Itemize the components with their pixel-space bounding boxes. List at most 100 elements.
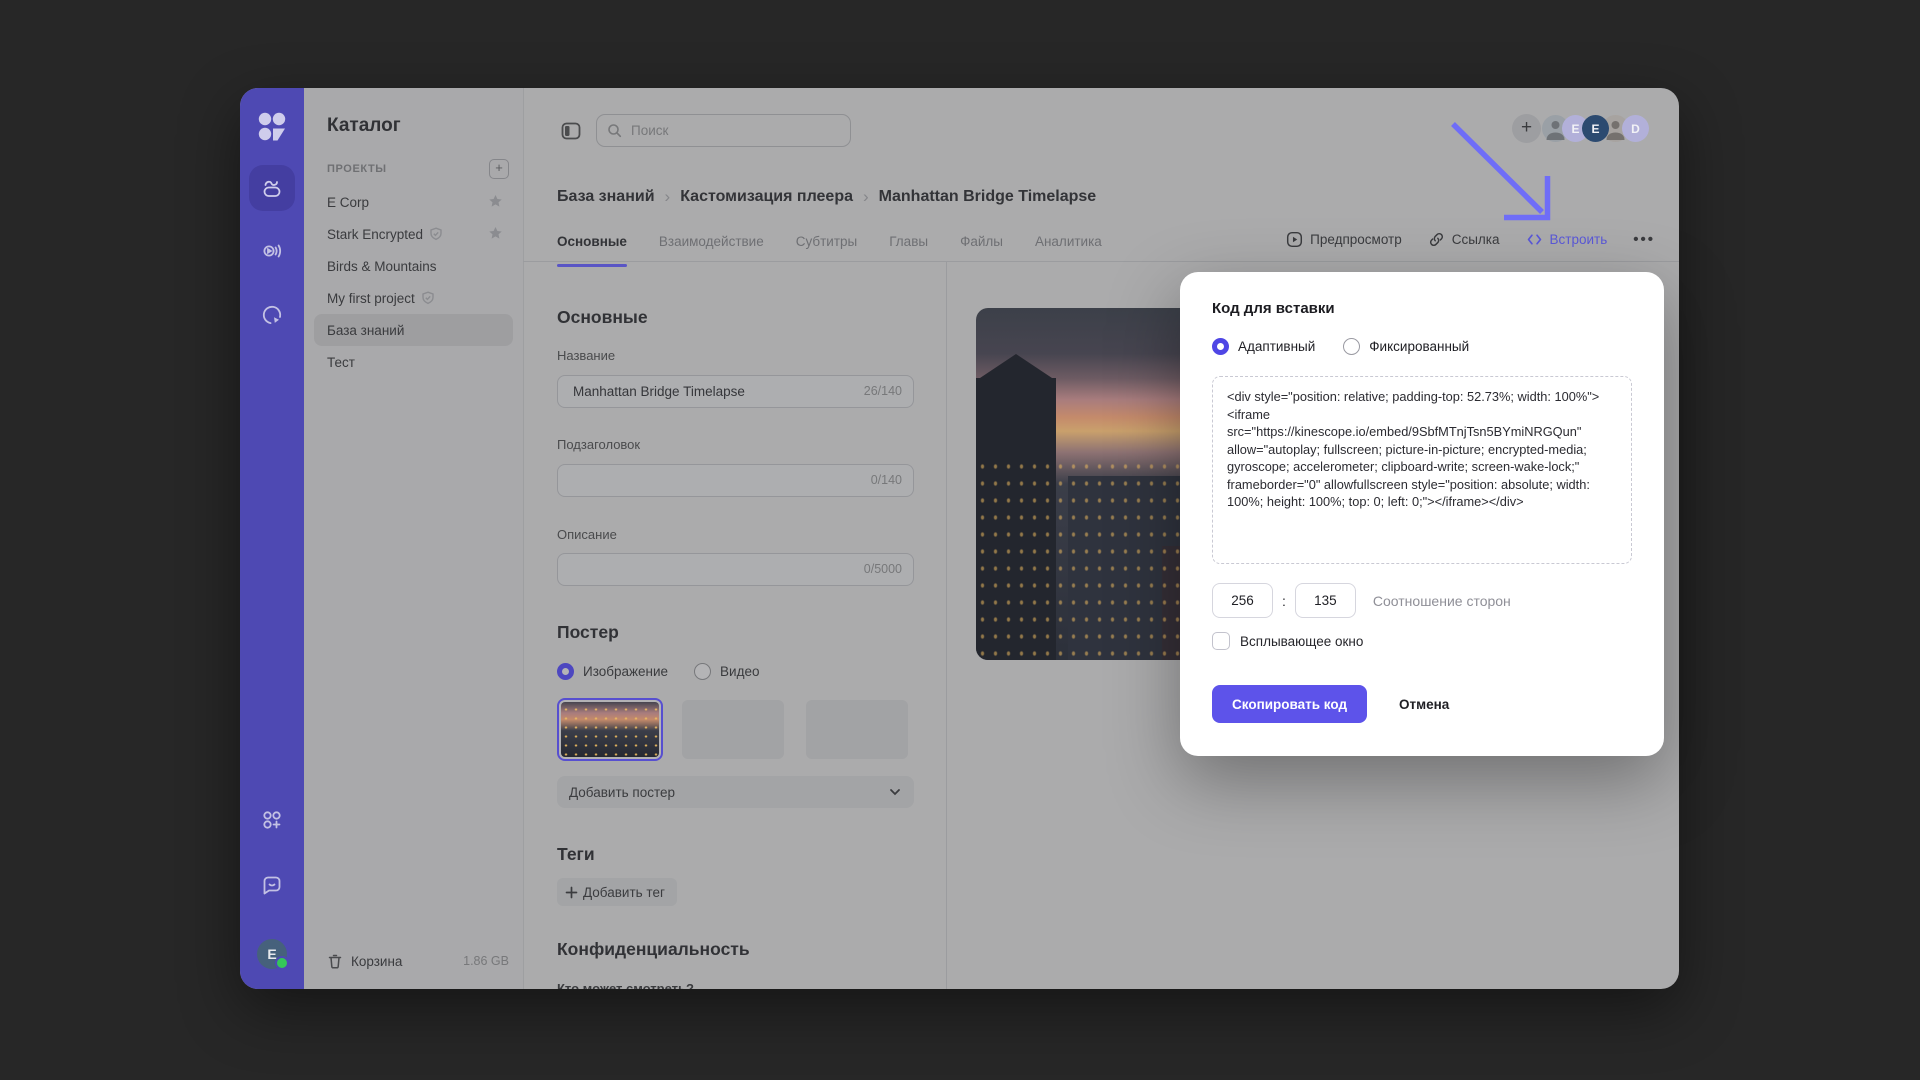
catalog-icon <box>260 176 284 200</box>
kinescope-logo-icon[interactable] <box>254 109 290 145</box>
description-label: Описание <box>557 527 617 542</box>
subtitle-label: Подзаголовок <box>557 437 640 452</box>
add-tag-button[interactable]: Добавить тег <box>557 878 677 906</box>
popup-option[interactable]: Всплывающее окно <box>1212 632 1363 650</box>
fixed-label: Фиксированный <box>1369 339 1469 354</box>
project-list: E Corp Stark Encrypted Birds & Mountain <box>314 186 513 378</box>
tab-interaction[interactable]: Взаимодействие <box>659 234 764 267</box>
more-button[interactable]: ••• <box>1633 231 1655 248</box>
privacy-question: Кто может смотреть? <box>557 981 694 989</box>
search-box[interactable] <box>596 114 851 147</box>
star-icon[interactable] <box>488 226 503 241</box>
member-avatar-letter-active[interactable]: E <box>1582 115 1609 142</box>
rail-item-catalog[interactable] <box>249 165 295 211</box>
tab-analytics[interactable]: Аналитика <box>1035 234 1102 267</box>
preview-art <box>977 354 1055 380</box>
poster-thumbnail-selected[interactable] <box>557 698 663 761</box>
online-status-dot <box>275 956 289 970</box>
tab-files[interactable]: Файлы <box>960 234 1003 267</box>
link-icon <box>1428 231 1445 248</box>
ratio-width-input[interactable] <box>1212 583 1273 618</box>
star-icon[interactable] <box>488 194 503 209</box>
poster-thumbnail-empty[interactable] <box>682 700 784 759</box>
poster-image-radio[interactable]: Изображение <box>557 663 668 680</box>
link-button[interactable]: Ссылка <box>1428 231 1500 248</box>
poster-video-radio[interactable]: Видео <box>694 663 759 680</box>
ratio-height-input[interactable] <box>1295 583 1356 618</box>
preview-label: Предпросмотр <box>1310 232 1402 247</box>
user-avatar[interactable]: E <box>257 939 287 969</box>
search-input[interactable] <box>629 122 813 139</box>
sidebar-item-test[interactable]: Тест <box>314 346 513 378</box>
rail-item-streams[interactable] <box>249 228 295 274</box>
breadcrumb-project[interactable]: База знаний <box>557 188 655 206</box>
sidebar-item-my-first-project[interactable]: My first project <box>314 282 513 314</box>
add-poster-label: Добавить постер <box>569 785 675 800</box>
embed-mode-radios: Адаптивный Фиксированный <box>1212 338 1469 355</box>
add-project-button[interactable]: + <box>489 159 509 179</box>
ratio-label: Соотношение сторон <box>1373 593 1511 609</box>
rail-item-player[interactable] <box>249 292 295 338</box>
play-square-icon <box>1286 231 1303 248</box>
avatar-letter: E <box>1571 122 1579 136</box>
member-avatar-letter[interactable]: D <box>1622 115 1649 142</box>
team-avatars: E E D <box>1542 115 1649 142</box>
tab-subtitles[interactable]: Субтитры <box>796 234 858 267</box>
trash-row[interactable]: Корзина 1.86 GB <box>327 953 509 969</box>
tab-bar: Основные Взаимодействие Субтитры Главы Ф… <box>557 234 1102 267</box>
fixed-radio[interactable]: Фиксированный <box>1343 338 1469 355</box>
tab-chapters[interactable]: Главы <box>889 234 928 267</box>
sidebar-item-stark-encrypted[interactable]: Stark Encrypted <box>314 218 513 250</box>
adaptive-label: Адаптивный <box>1238 339 1315 354</box>
breadcrumb-folder[interactable]: Кастомизация плеера <box>680 188 853 206</box>
tags-heading: Теги <box>557 844 595 865</box>
sidebar-toggle-button[interactable] <box>560 120 582 142</box>
radio-off-icon <box>694 663 711 680</box>
popup-checkbox[interactable] <box>1212 632 1230 650</box>
tabs-divider <box>523 261 1679 262</box>
embed-code-modal: Код для вставки Адаптивный Фиксированный… <box>1180 272 1664 756</box>
panel-toggle-icon <box>560 120 582 142</box>
rail-item-support[interactable] <box>249 862 295 908</box>
streams-icon <box>260 239 284 263</box>
modal-title: Код для вставки <box>1212 300 1335 317</box>
project-label: Stark Encrypted <box>327 227 423 242</box>
rail-nav: E <box>240 88 304 989</box>
trash-label: Корзина <box>351 954 402 969</box>
player-icon <box>260 303 284 327</box>
poster-thumbnail-empty[interactable] <box>806 700 908 759</box>
sidebar-item-knowledge-base[interactable]: База знаний <box>314 314 513 346</box>
apps-plus-icon <box>260 808 284 832</box>
rail-item-apps[interactable] <box>249 797 295 843</box>
subtitle-input[interactable] <box>557 464 914 497</box>
ratio-colon: : <box>1282 593 1286 609</box>
name-counter: 26/140 <box>864 384 902 398</box>
storage-used: 1.86 GB <box>463 954 509 968</box>
content-divider <box>946 262 947 989</box>
copy-code-button[interactable]: Скопировать код <box>1212 685 1367 723</box>
chevron-right-icon: › <box>665 187 671 207</box>
invite-button[interactable]: + <box>1512 114 1541 143</box>
breadcrumb: База знаний › Кастомизация плеера › Manh… <box>557 187 1096 207</box>
cancel-button[interactable]: Отмена <box>1393 696 1455 713</box>
sidebar-item-e-corp[interactable]: E Corp <box>314 186 513 218</box>
adaptive-radio[interactable]: Адаптивный <box>1212 338 1315 355</box>
add-poster-select[interactable]: Добавить постер <box>557 776 914 808</box>
aspect-ratio-row: : Соотношение сторон <box>1212 583 1511 618</box>
description-counter: 0/5000 <box>864 562 902 576</box>
sidebar-item-birds-mountains[interactable]: Birds & Mountains <box>314 250 513 282</box>
privacy-heading: Конфиденциальность <box>557 939 750 960</box>
tab-main[interactable]: Основные <box>557 234 627 267</box>
shield-check-icon <box>429 227 443 241</box>
avatar-letter: E <box>1591 122 1599 136</box>
poster-type-radios: Изображение Видео <box>557 663 760 680</box>
preview-button[interactable]: Предпросмотр <box>1286 231 1402 248</box>
name-field: 26/140 <box>557 375 914 408</box>
embed-code-box[interactable]: <div style="position: relative; padding-… <box>1212 376 1632 564</box>
catalog-sidebar: Каталог ПРОЕКТЫ + E Corp Stark Encrypted <box>304 88 524 989</box>
name-input[interactable] <box>557 375 914 408</box>
poster-heading: Постер <box>557 622 619 643</box>
screen: E Каталог ПРОЕКТЫ + E Corp Stark Encrypt… <box>0 0 1920 1080</box>
embed-button[interactable]: Встроить <box>1526 231 1608 248</box>
description-input[interactable] <box>557 553 914 586</box>
